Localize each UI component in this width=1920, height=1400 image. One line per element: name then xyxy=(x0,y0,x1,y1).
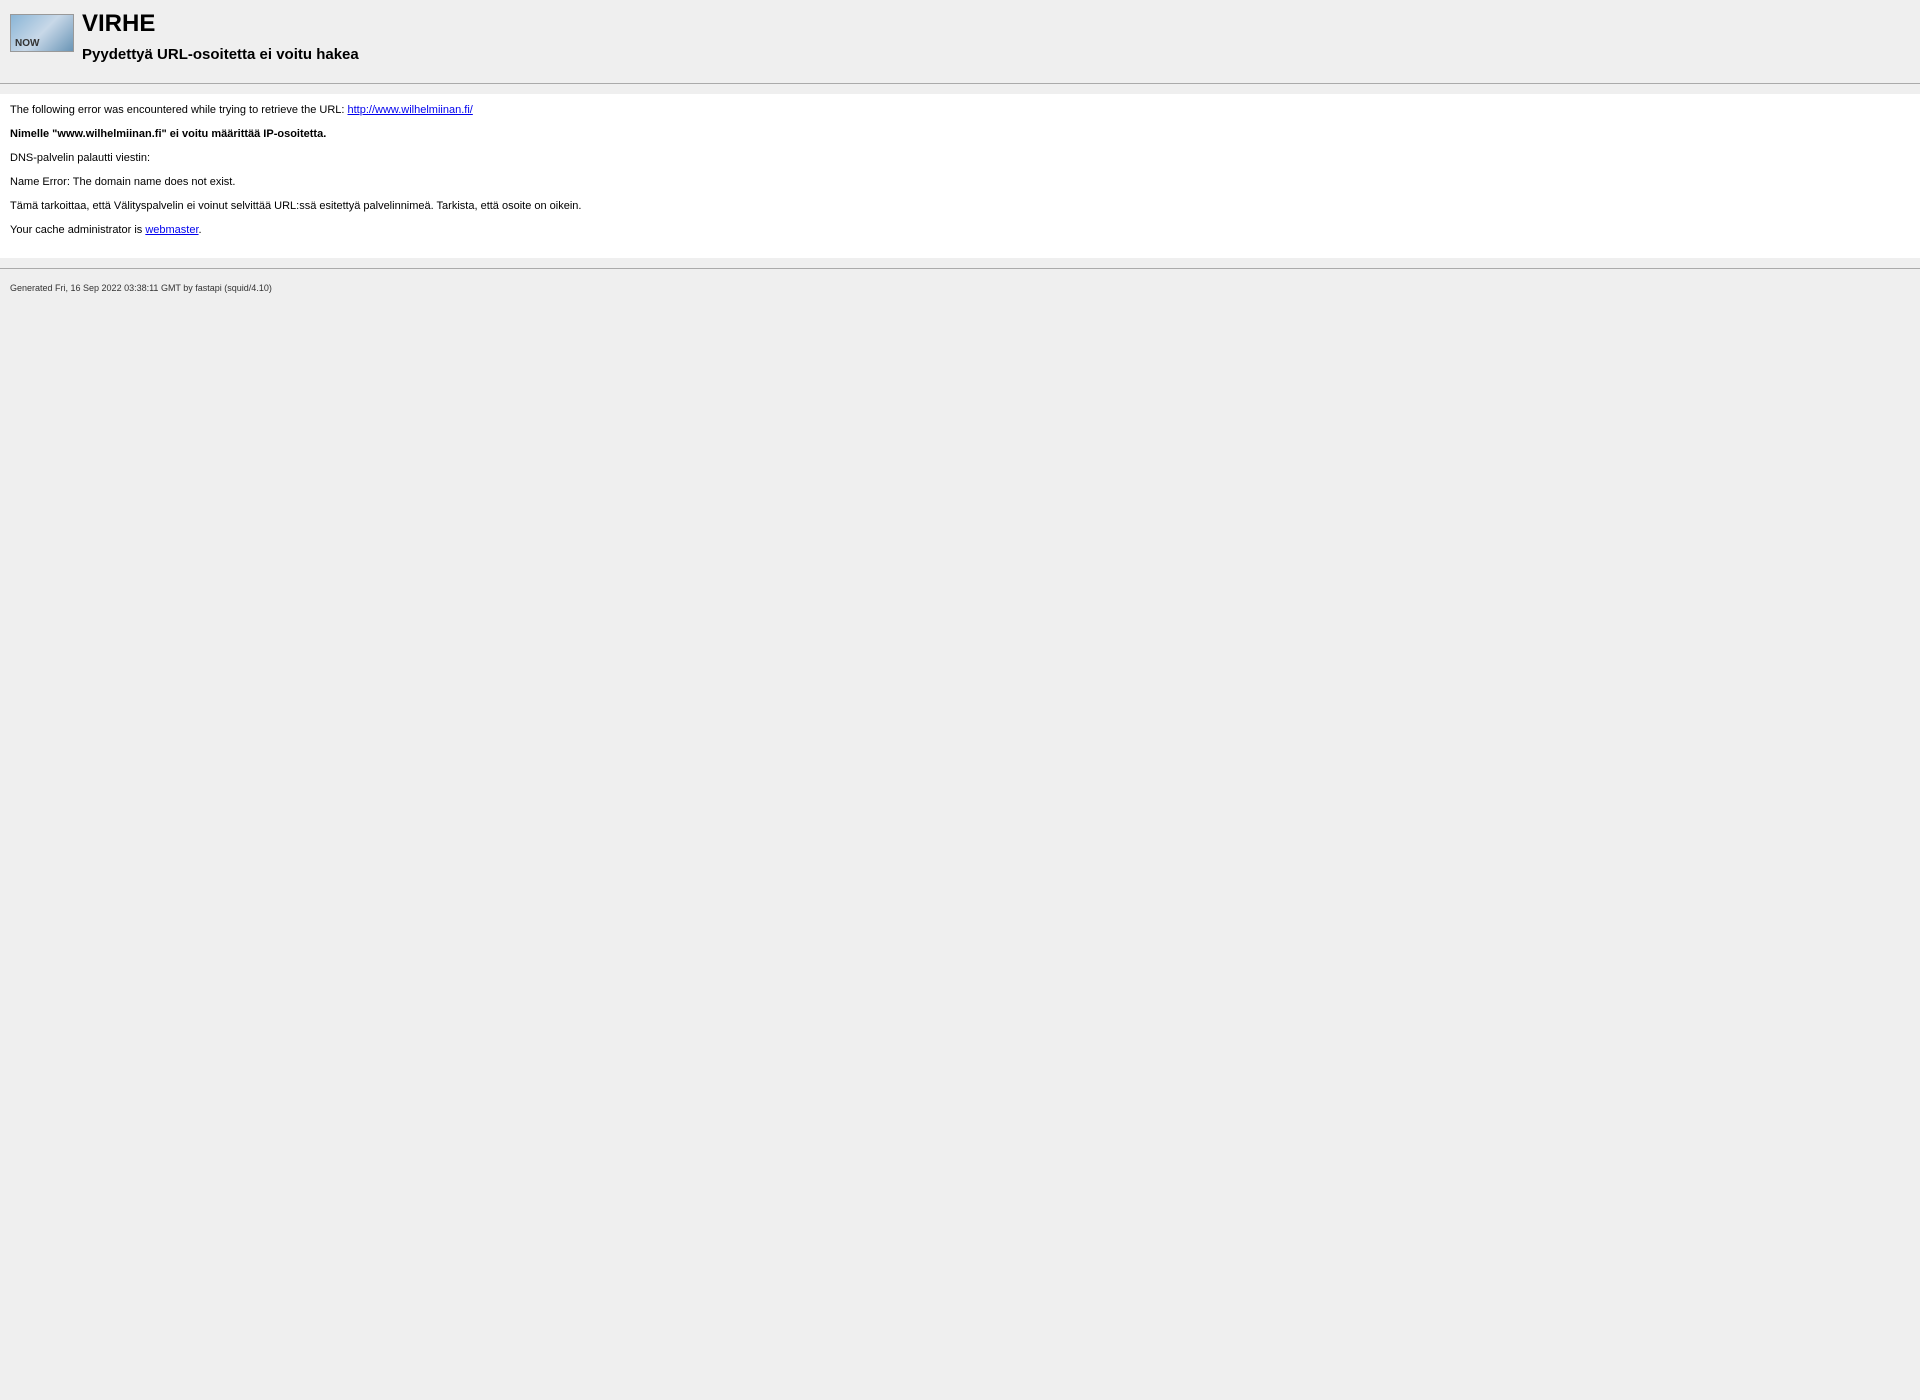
divider-bottom xyxy=(0,268,1920,269)
intro-paragraph: The following error was encountered whil… xyxy=(10,104,1910,116)
admin-paragraph: Your cache administrator is webmaster. xyxy=(10,224,1910,236)
admin-text: Your cache administrator is xyxy=(10,224,145,236)
header-section: NOW VIRHE Pyydettyä URL-osoitetta ei voi… xyxy=(0,0,1920,73)
dns-message: DNS-palvelin palautti viestin: xyxy=(10,152,1910,164)
error-title: VIRHE xyxy=(82,10,1910,38)
explanation: Tämä tarkoittaa, että Välityspalvelin ei… xyxy=(10,200,1910,212)
intro-text: The following error was encountered whil… xyxy=(10,104,348,116)
error-bold-message: Nimelle "www.wilhelmiinan.fi" ei voitu m… xyxy=(10,128,1910,140)
error-subtitle: Pyydettyä URL-osoitetta ei voitu hakea xyxy=(82,46,1910,63)
header-content: NOW VIRHE Pyydettyä URL-osoitetta ei voi… xyxy=(10,10,1910,63)
url-link[interactable]: http://www.wilhelmiinan.fi/ xyxy=(348,104,473,116)
footer-section: Generated Fri, 16 Sep 2022 03:38:11 GMT … xyxy=(0,279,1920,297)
content-section: The following error was encountered whil… xyxy=(0,94,1920,258)
footer-text: Generated Fri, 16 Sep 2022 03:38:11 GMT … xyxy=(10,283,1910,293)
squid-logo: NOW xyxy=(10,14,74,52)
logo-text: NOW xyxy=(15,38,39,49)
header-text: VIRHE Pyydettyä URL-osoitetta ei voitu h… xyxy=(82,10,1910,63)
admin-link[interactable]: webmaster xyxy=(145,224,198,236)
name-error: Name Error: The domain name does not exi… xyxy=(10,176,1910,188)
divider-top xyxy=(0,83,1920,84)
admin-suffix: . xyxy=(199,224,202,236)
